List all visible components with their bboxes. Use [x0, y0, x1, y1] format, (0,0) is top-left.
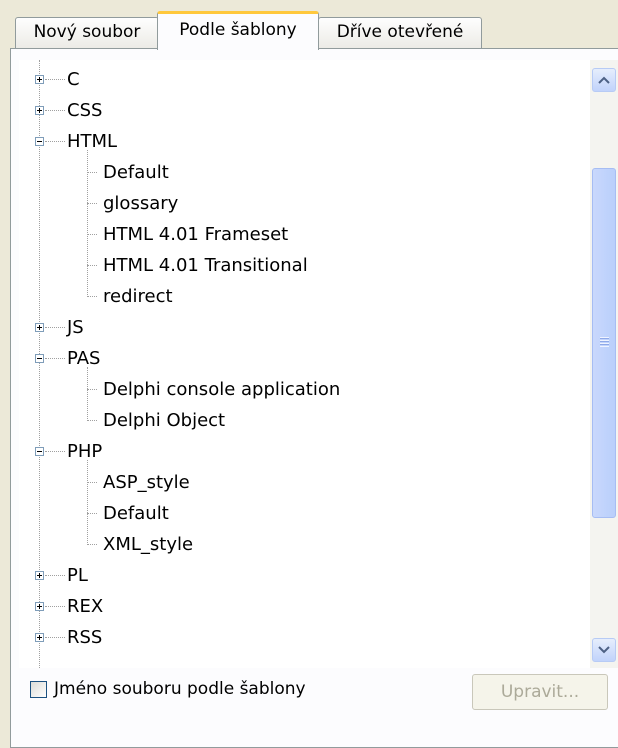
- tree-node-label: PL: [67, 565, 88, 586]
- tree-connector: [87, 544, 97, 545]
- tree-connector: [87, 265, 97, 266]
- tree-node-label: HTML: [67, 131, 118, 152]
- tree-connector: [87, 389, 97, 390]
- tree-leaf-label: Delphi Object: [103, 410, 226, 431]
- plus-box-icon[interactable]: [35, 75, 44, 84]
- tree-leaf-label: Delphi console application: [103, 379, 341, 400]
- tree-node-label: PAS: [67, 348, 101, 369]
- tree-connector: [45, 575, 65, 576]
- template-filename-label[interactable]: Jméno souboru podle šablony: [54, 676, 306, 702]
- tree-connector: [45, 141, 65, 142]
- tab-drive-otevrene[interactable]: Dříve otevřené: [318, 17, 482, 48]
- tree-node-label: C: [67, 69, 80, 90]
- plus-box-icon[interactable]: [35, 633, 44, 642]
- tree-connector: [45, 606, 65, 607]
- chevron-up-icon: [598, 76, 610, 84]
- minus-box-icon[interactable]: [35, 137, 44, 146]
- tree-leaf-label: ASP_style: [103, 472, 190, 493]
- tree-node-label: REX: [67, 596, 104, 617]
- edit-button[interactable]: Upravit...: [472, 674, 608, 710]
- scroll-down-button[interactable]: [592, 638, 616, 662]
- tab-novy-soubor[interactable]: Nový soubor: [15, 17, 159, 48]
- minus-box-icon[interactable]: [35, 354, 44, 363]
- tree-leaf-label: HTML 4.01 Frameset: [103, 224, 289, 245]
- tab-podle-sablony[interactable]: Podle šablony: [157, 11, 319, 50]
- tree-connector: [45, 358, 65, 359]
- tree-connector: [45, 451, 65, 452]
- scroll-thumb[interactable]: [592, 168, 616, 518]
- minus-box-icon[interactable]: [35, 447, 44, 456]
- scroll-up-button[interactable]: [592, 68, 616, 92]
- chevron-down-icon: [598, 646, 610, 654]
- tree-leaf-label: HTML 4.01 Transitional: [103, 255, 308, 276]
- template-tree-view[interactable]: C CSS HTML Default glossary HTML 4.01 Framese…: [19, 60, 618, 668]
- tree-branch-line: [87, 460, 88, 545]
- tree-connector: [87, 203, 97, 204]
- tree-connector: [87, 482, 97, 483]
- template-tree: C CSS HTML Default glossary HTML 4.01 Framese…: [19, 60, 589, 668]
- plus-box-icon[interactable]: [35, 602, 44, 611]
- tree-leaf-label: redirect: [103, 286, 173, 307]
- tree-node-label: CSS: [67, 100, 103, 121]
- tree-branch-line: [87, 367, 88, 421]
- tree-node-label: PHP: [67, 441, 103, 462]
- template-filename-checkbox[interactable]: [30, 681, 47, 698]
- tree-leaf-label: XML_style: [103, 534, 194, 555]
- tree-branch-line: [87, 150, 88, 297]
- tree-connector: [87, 296, 97, 297]
- tab-strip: Nový soubor Podle šablony Dříve otevřené: [0, 0, 618, 50]
- tree-connector: [45, 110, 65, 111]
- tree-node-label: RSS: [67, 627, 103, 648]
- tree-connector: [45, 79, 65, 80]
- tree-connector: [87, 172, 97, 173]
- tree-connector: [87, 513, 97, 514]
- tree-leaf-label: glossary: [103, 193, 179, 214]
- plus-box-icon[interactable]: [35, 571, 44, 580]
- tree-connector: [87, 234, 97, 235]
- tree-connector: [45, 637, 65, 638]
- tree-connector: [87, 420, 97, 421]
- tree-node-label: JS: [67, 317, 84, 338]
- plus-box-icon[interactable]: [35, 106, 44, 115]
- tree-connector: [45, 327, 65, 328]
- plus-box-icon[interactable]: [35, 323, 44, 332]
- grip-icon: [600, 337, 609, 347]
- vertical-scrollbar[interactable]: [590, 60, 618, 668]
- tree-leaf-label: Default: [103, 503, 169, 524]
- tree-leaf-label: Default: [103, 162, 169, 183]
